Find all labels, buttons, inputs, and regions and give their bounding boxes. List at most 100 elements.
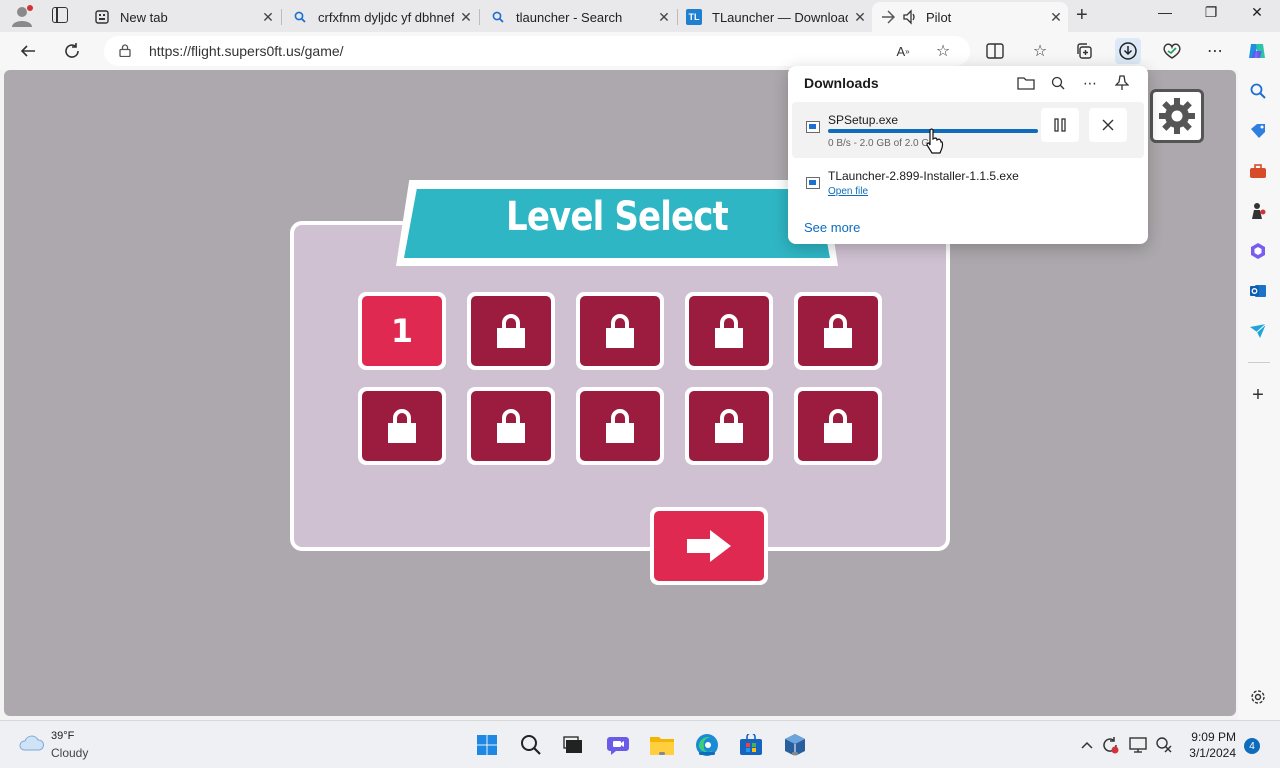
tab-actions-icon[interactable] bbox=[52, 7, 68, 23]
lock-icon bbox=[824, 314, 852, 348]
sidebar-add-icon[interactable]: + bbox=[1248, 384, 1268, 406]
cancel-download-button[interactable] bbox=[1089, 108, 1127, 142]
tab-new-tab[interactable]: New tab ✕ bbox=[84, 2, 280, 32]
store-icon bbox=[740, 734, 762, 755]
task-view-button[interactable] bbox=[560, 732, 586, 758]
level-select-panel bbox=[290, 221, 950, 551]
read-aloud-icon[interactable]: A» bbox=[891, 39, 915, 63]
close-window-button[interactable]: ✕ bbox=[1234, 4, 1280, 21]
update-icon[interactable] bbox=[1101, 736, 1119, 754]
level-button-1[interactable]: 1 bbox=[358, 292, 446, 370]
open-file-link[interactable]: Open file bbox=[828, 186, 868, 197]
tab-title: crfxfnm dyljdc yf dbhnefj bbox=[318, 9, 454, 25]
taskbar-search-button[interactable] bbox=[518, 732, 544, 758]
level-select-banner: Level Select bbox=[396, 180, 838, 266]
restore-button[interactable]: ❐ bbox=[1188, 4, 1234, 21]
new-tab-button[interactable]: + bbox=[1076, 4, 1088, 27]
tab-search-2[interactable]: tlauncher - Search ✕ bbox=[480, 2, 676, 32]
level-button-locked[interactable] bbox=[467, 387, 555, 465]
clock-time[interactable]: 9:09 PM bbox=[1191, 730, 1236, 744]
search-icon bbox=[490, 9, 506, 25]
url-text[interactable]: https://flight.supers0ft.us/game/ bbox=[149, 43, 344, 59]
download-file-name: SPSetup.exe bbox=[828, 113, 899, 127]
tab-tlauncher[interactable]: TL TLauncher — Download ✕ bbox=[676, 2, 872, 32]
sidebar-settings-icon[interactable] bbox=[1248, 687, 1268, 707]
copilot-icon[interactable] bbox=[1245, 39, 1269, 63]
network-disconnected-icon[interactable] bbox=[1155, 736, 1173, 754]
notification-badge[interactable]: 4 bbox=[1244, 738, 1260, 754]
game-settings-button[interactable] bbox=[1150, 89, 1204, 143]
edge-button[interactable] bbox=[694, 732, 720, 758]
tab-title: TLauncher — Download bbox=[712, 9, 848, 25]
level-button-locked[interactable] bbox=[467, 292, 555, 370]
hand-cursor-icon bbox=[926, 128, 944, 154]
sidebar-shopping-icon[interactable] bbox=[1248, 121, 1268, 141]
close-tab-icon[interactable]: ✕ bbox=[652, 9, 676, 26]
favorites-icon[interactable]: ☆ bbox=[1028, 39, 1052, 63]
start-button[interactable] bbox=[474, 732, 500, 758]
sidebar-send-icon[interactable] bbox=[1248, 321, 1268, 341]
downloads-title: Downloads bbox=[804, 75, 879, 91]
minimize-button[interactable]: — bbox=[1142, 4, 1188, 20]
windows-taskbar: 39°F Cloudy 9:09 PM 3/1/2024 4 bbox=[0, 720, 1280, 768]
chat-button[interactable] bbox=[605, 732, 631, 758]
downloads-button[interactable] bbox=[1115, 38, 1141, 64]
lock-icon[interactable] bbox=[119, 44, 131, 57]
close-tab-icon[interactable]: ✕ bbox=[848, 9, 872, 26]
close-tab-icon[interactable]: ✕ bbox=[256, 9, 280, 26]
sidebar-search-icon[interactable] bbox=[1248, 81, 1268, 101]
virtualbox-button[interactable] bbox=[782, 732, 808, 758]
clock-date[interactable]: 3/1/2024 bbox=[1189, 746, 1236, 760]
level-button-locked[interactable] bbox=[794, 387, 882, 465]
favorite-star-icon[interactable]: ☆ bbox=[931, 39, 955, 63]
weather-temperature[interactable]: 39°F bbox=[51, 730, 74, 742]
pin-icon[interactable] bbox=[1111, 72, 1133, 94]
collections-icon[interactable] bbox=[1072, 39, 1096, 63]
show-hidden-icons-button[interactable] bbox=[1078, 736, 1096, 754]
file-icon bbox=[806, 121, 820, 133]
level-button-locked[interactable] bbox=[794, 292, 882, 370]
back-button[interactable] bbox=[15, 38, 41, 64]
more-options-icon[interactable]: ⋯ bbox=[1203, 39, 1227, 63]
download-file-name: TLauncher-2.899-Installer-1.1.5.exe bbox=[828, 169, 1019, 183]
tab-search-1[interactable]: crfxfnm dyljdc yf dbhnefj ✕ bbox=[282, 2, 478, 32]
search-downloads-icon[interactable] bbox=[1047, 72, 1069, 94]
close-tab-icon[interactable]: ✕ bbox=[454, 9, 478, 26]
file-explorer-button[interactable] bbox=[649, 732, 675, 758]
see-more-link[interactable]: See more bbox=[804, 220, 860, 235]
sidebar-outlook-icon[interactable] bbox=[1248, 281, 1268, 301]
file-icon bbox=[806, 177, 820, 189]
downloads-more-icon[interactable]: ⋯ bbox=[1079, 72, 1101, 94]
tab-title: New tab bbox=[120, 9, 168, 25]
sidebar-microsoft365-icon[interactable] bbox=[1248, 241, 1268, 261]
level-button-locked[interactable] bbox=[358, 387, 446, 465]
display-icon[interactable] bbox=[1129, 736, 1147, 754]
sidebar-games-icon[interactable] bbox=[1248, 201, 1268, 221]
task-view-icon bbox=[563, 736, 582, 753]
download-item[interactable]: TLauncher-2.899-Installer-1.1.5.exe Open… bbox=[792, 162, 1144, 204]
level-button-locked[interactable] bbox=[685, 387, 773, 465]
profile-icon[interactable] bbox=[10, 5, 34, 27]
next-button[interactable] bbox=[650, 507, 768, 585]
split-screen-icon[interactable] bbox=[983, 39, 1007, 63]
open-downloads-folder-icon[interactable] bbox=[1015, 72, 1037, 94]
browser-essentials-icon[interactable] bbox=[1160, 39, 1184, 63]
sidebar-divider bbox=[1248, 362, 1270, 363]
store-button[interactable] bbox=[738, 732, 764, 758]
download-icon bbox=[1119, 42, 1137, 60]
active-indicator bbox=[699, 752, 715, 755]
audio-icon[interactable] bbox=[902, 9, 918, 25]
tab-pilot[interactable]: Pilot ✕ bbox=[872, 2, 1068, 32]
cloud-icon[interactable] bbox=[18, 735, 44, 751]
tlauncher-logo: TL bbox=[686, 9, 702, 25]
level-button-locked[interactable] bbox=[576, 292, 664, 370]
level-button-locked[interactable] bbox=[685, 292, 773, 370]
download-item[interactable]: SPSetup.exe 0 B/s - 2.0 GB of 2.0 GB bbox=[792, 102, 1144, 158]
refresh-button[interactable] bbox=[59, 38, 85, 64]
weather-description[interactable]: Cloudy bbox=[51, 746, 88, 760]
pause-button[interactable] bbox=[1041, 108, 1079, 142]
level-button-locked[interactable] bbox=[576, 387, 664, 465]
address-bar[interactable]: https://flight.supers0ft.us/game/ A» ☆ bbox=[104, 36, 970, 66]
sidebar-tools-icon[interactable] bbox=[1248, 161, 1268, 181]
close-tab-icon[interactable]: ✕ bbox=[1044, 9, 1068, 26]
